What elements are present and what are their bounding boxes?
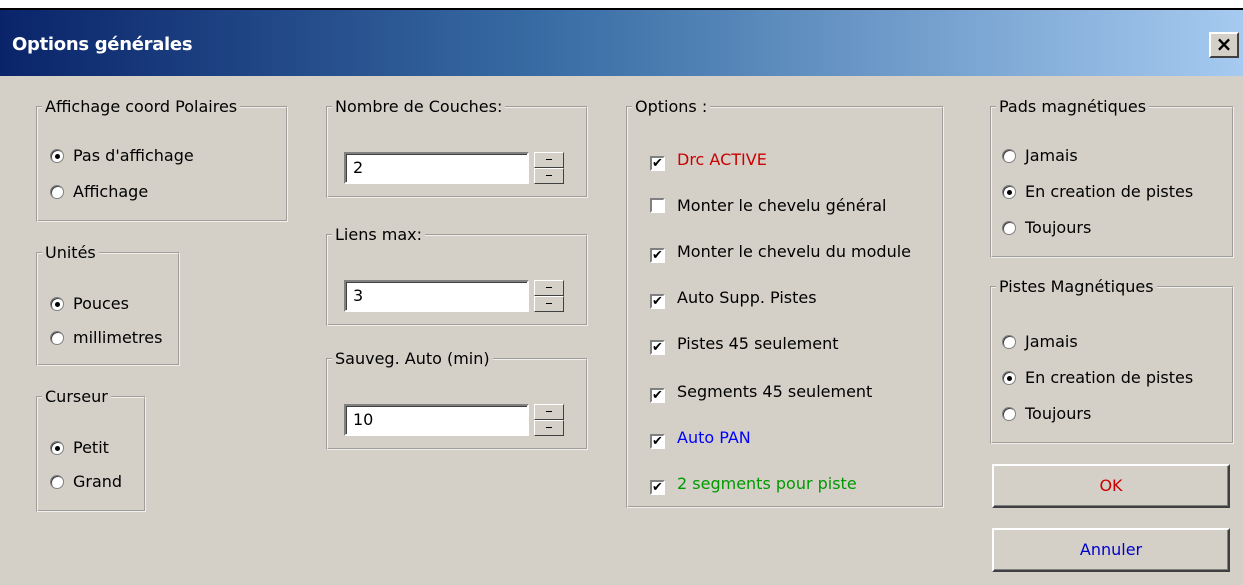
radio-button-icon (1002, 407, 1016, 421)
checkbox-label: Auto PAN (677, 428, 751, 447)
checkbox-label: Segments 45 seulement (677, 382, 873, 401)
radio-pads-on-track-creation[interactable]: En creation de pistes (1002, 180, 1193, 204)
group-units-legend: Unités (42, 244, 99, 262)
group-polar-legend: Affichage coord Polaires (42, 98, 241, 116)
radio-button-icon (1002, 149, 1016, 163)
checkbox-icon: ✔ (650, 248, 665, 263)
radio-label: En creation de pistes (1025, 182, 1194, 201)
checkbox-auto-pan[interactable]: ✔ Auto PAN (650, 426, 751, 450)
window-title: Options générales (12, 34, 193, 55)
radio-cursor-large[interactable]: Grand (50, 470, 122, 494)
group-pads-legend: Pads magnétiques (996, 98, 1150, 116)
checkbox-label: Auto Supp. Pistes (677, 288, 817, 307)
radio-units-inches[interactable]: Pouces (50, 292, 129, 316)
radio-units-mm[interactable]: millimetres (50, 326, 162, 350)
group-links-legend: Liens max: (332, 226, 426, 244)
checkbox-icon: ✔ (650, 480, 665, 495)
checkbox-label: Pistes 45 seulement (677, 334, 839, 353)
checkbox-label: Monter le chevelu général (677, 196, 887, 215)
radio-label: Jamais (1025, 332, 1078, 351)
group-layer-count: Nombre de Couches: 2 (326, 98, 588, 198)
radio-pads-never[interactable]: Jamais (1002, 144, 1078, 168)
checkbox-show-module-ratsnest[interactable]: ✔ Monter le chevelu du module (650, 240, 911, 264)
group-magnetic-pads: Pads magnétiques Jamais En creation de p… (990, 98, 1234, 258)
radio-button-icon (50, 185, 64, 199)
layer-count-input[interactable]: 2 (344, 152, 529, 184)
close-icon: × (1215, 32, 1233, 56)
radio-button-icon (1002, 185, 1016, 199)
radio-button-icon (50, 149, 64, 163)
autosave-spinner[interactable] (534, 404, 564, 436)
radio-label: Toujours (1025, 218, 1092, 237)
checkbox-icon: ✔ (650, 294, 665, 309)
spin-up-icon[interactable] (534, 152, 564, 168)
radio-button-icon (1002, 371, 1016, 385)
checkbox-label: Drc ACTIVE (677, 150, 767, 169)
checkbox-drc-active[interactable]: ✔ Drc ACTIVE (650, 148, 767, 172)
radio-label: Affichage (73, 182, 149, 201)
radio-label: Jamais (1025, 146, 1078, 165)
max-links-input[interactable]: 3 (344, 280, 529, 312)
radio-button-icon (50, 475, 64, 489)
radio-polar-show[interactable]: Affichage (50, 180, 148, 204)
max-links-spinner[interactable] (534, 280, 564, 312)
checkbox-two-segments-per-track[interactable]: ✔ 2 segments pour piste (650, 472, 857, 496)
spin-down-icon[interactable] (534, 296, 564, 312)
radio-label: Petit (73, 438, 109, 457)
checkbox-segments-45-only[interactable]: ✔ Segments 45 seulement (650, 380, 872, 404)
group-autosave-legend: Sauveg. Auto (min) (332, 350, 493, 368)
group-options-legend: Options : (632, 98, 711, 116)
cancel-button[interactable]: Annuler (992, 528, 1230, 572)
checkbox-icon (650, 198, 665, 213)
radio-cursor-small[interactable]: Petit (50, 436, 109, 460)
group-polar-display: Affichage coord Polaires Pas d'affichage… (36, 98, 288, 222)
checkbox-icon: ✔ (650, 340, 665, 355)
group-options: Options : ✔ Drc ACTIVE Monter le chevelu … (626, 98, 944, 508)
layer-count-spinner[interactable] (534, 152, 564, 184)
group-magnetic-tracks: Pistes Magnétiques Jamais En creation de… (990, 278, 1234, 444)
title-bar[interactable]: Options générales × (0, 10, 1243, 76)
radio-label: Toujours (1025, 404, 1092, 423)
checkbox-icon: ✔ (650, 434, 665, 449)
group-layers-legend: Nombre de Couches: (332, 98, 506, 116)
checkbox-auto-delete-tracks[interactable]: ✔ Auto Supp. Pistes (650, 286, 817, 310)
radio-label: Grand (73, 472, 123, 491)
radio-tracks-never[interactable]: Jamais (1002, 330, 1078, 354)
spin-up-icon[interactable] (534, 404, 564, 420)
checkbox-icon: ✔ (650, 156, 665, 171)
checkbox-show-general-ratsnest[interactable]: Monter le chevelu général (650, 194, 886, 218)
radio-tracks-always[interactable]: Toujours (1002, 402, 1091, 426)
options-dialog: Options générales × Affichage coord Pola… (0, 8, 1243, 585)
radio-label: Pas d'affichage (73, 146, 194, 165)
radio-label: En creation de pistes (1025, 368, 1194, 387)
checkbox-label: 2 segments pour piste (677, 474, 857, 493)
radio-button-icon (1002, 335, 1016, 349)
radio-pads-always[interactable]: Toujours (1002, 216, 1091, 240)
autosave-input[interactable]: 10 (344, 404, 529, 436)
group-autosave: Sauveg. Auto (min) 10 (326, 350, 588, 450)
radio-label: Pouces (73, 294, 129, 313)
spin-down-icon[interactable] (534, 420, 564, 436)
group-cursor: Curseur Petit Grand (36, 388, 146, 512)
radio-button-icon (50, 441, 64, 455)
close-button[interactable]: × (1209, 32, 1239, 58)
ok-button[interactable]: OK (992, 464, 1230, 508)
radio-button-icon (1002, 221, 1016, 235)
group-cursor-legend: Curseur (42, 388, 111, 406)
group-max-links: Liens max: 3 (326, 226, 588, 326)
checkbox-icon: ✔ (650, 388, 665, 403)
radio-button-icon (50, 297, 64, 311)
radio-button-icon (50, 331, 64, 345)
checkbox-tracks-45-only[interactable]: ✔ Pistes 45 seulement (650, 332, 839, 356)
radio-label: millimetres (73, 328, 163, 347)
checkbox-label: Monter le chevelu du module (677, 242, 911, 261)
radio-polar-none[interactable]: Pas d'affichage (50, 144, 194, 168)
radio-tracks-on-track-creation[interactable]: En creation de pistes (1002, 366, 1193, 390)
spin-down-icon[interactable] (534, 168, 564, 184)
group-tracks-legend: Pistes Magnétiques (996, 278, 1157, 296)
group-units: Unités Pouces millimetres (36, 244, 180, 366)
spin-up-icon[interactable] (534, 280, 564, 296)
